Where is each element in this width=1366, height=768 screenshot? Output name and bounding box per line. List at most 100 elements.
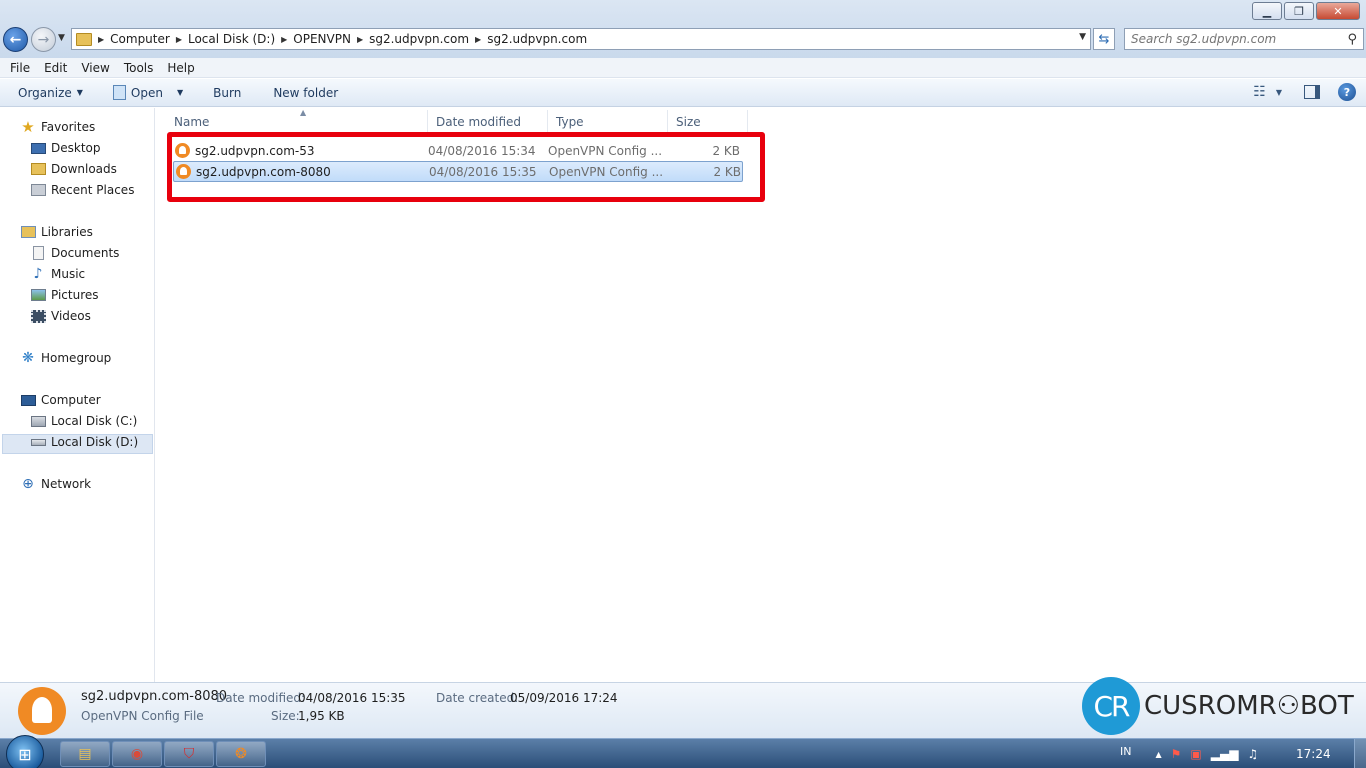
title-bar: ▁ ❐ ✕ ← → ▼ ▶ Computer ▶ Local Disk (D:)… <box>0 0 1366 58</box>
view-options-dropdown[interactable]: ▼ <box>1276 88 1282 97</box>
address-history-dropdown[interactable]: ▼ <box>1079 32 1086 42</box>
desktop-icon <box>30 141 46 155</box>
details-modified-value: 04/08/2016 15:35 <box>298 691 406 705</box>
nav-music[interactable]: ♪ Music <box>30 266 86 282</box>
chevron-down-icon: ▼ <box>76 88 83 97</box>
column-header-name[interactable]: Name <box>166 110 428 134</box>
downloads-folder-icon <box>30 162 46 176</box>
nav-documents[interactable]: Documents <box>30 246 119 260</box>
close-button[interactable]: ✕ <box>1316 2 1360 20</box>
nav-desktop[interactable]: Desktop <box>30 141 101 155</box>
details-pane: sg2.udpvpn.com-8080 OpenVPN Config File … <box>0 677 1366 738</box>
network-status-icon[interactable]: ▣ <box>1190 747 1201 761</box>
details-size-label: Size: <box>271 709 300 723</box>
star-icon: ★ <box>21 118 35 136</box>
documents-icon <box>30 246 46 260</box>
navigation-pane: ★ Favorites Desktop Downloads Recent Pla… <box>0 108 155 682</box>
breadcrumb-computer[interactable]: Computer <box>110 32 170 46</box>
breadcrumb-local-disk-d[interactable]: Local Disk (D:) <box>188 32 275 46</box>
nav-homegroup-label: Homegroup <box>41 351 112 365</box>
breadcrumb-separator[interactable]: ▶ <box>98 35 104 44</box>
menu-view[interactable]: View <box>74 61 116 75</box>
taskbar-security[interactable]: ⛉ <box>164 741 214 767</box>
open-button[interactable]: Open ▼ <box>103 79 193 106</box>
show-desktop-button[interactable] <box>1354 739 1366 768</box>
nav-local-disk-c-label: Local Disk (C:) <box>51 414 138 428</box>
network-icon: ⊕ <box>22 476 34 492</box>
recent-pages-dropdown[interactable]: ▼ <box>58 33 65 43</box>
nav-favorites[interactable]: ★ Favorites <box>20 118 96 136</box>
preview-pane-icon[interactable] <box>1304 85 1320 99</box>
search-box[interactable]: ⚲ <box>1124 28 1364 50</box>
change-view-icon[interactable]: ☷ <box>1253 84 1266 100</box>
taskbar-app[interactable]: ❂ <box>216 741 266 767</box>
details-filetype: OpenVPN Config File <box>81 709 204 723</box>
search-input[interactable] <box>1131 32 1348 46</box>
column-header-type[interactable]: Type <box>548 110 668 134</box>
column-header-size[interactable]: Size <box>668 110 748 134</box>
burn-label: Burn <box>213 85 242 100</box>
column-date-label: Date modified <box>436 115 522 129</box>
breadcrumb-sg2-subfolder[interactable]: sg2.udpvpn.com <box>487 32 587 46</box>
nav-downloads-label: Downloads <box>51 162 117 176</box>
nav-favorites-label: Favorites <box>41 120 96 134</box>
minimize-button[interactable]: ▁ <box>1252 2 1282 20</box>
help-icon[interactable]: ? <box>1338 83 1356 101</box>
new-folder-button[interactable]: New folder <box>263 79 348 106</box>
breadcrumb-separator[interactable]: ▶ <box>475 35 481 44</box>
taskbar: ⊞ ▤ ◉ ⛉ ❂ IN ▲ ⚑ ▣ ▂▄▆ ♫ 17:24 <box>0 735 1366 768</box>
forward-button[interactable]: → <box>31 27 56 52</box>
nav-recent-places[interactable]: Recent Places <box>30 183 134 197</box>
refresh-button[interactable]: ⇆ <box>1093 28 1115 50</box>
breadcrumb-separator[interactable]: ▶ <box>281 35 287 44</box>
chrome-icon: ◉ <box>130 746 144 762</box>
language-indicator[interactable]: IN <box>1120 745 1131 758</box>
nav-pictures[interactable]: Pictures <box>30 288 99 302</box>
menu-help[interactable]: Help <box>160 61 201 75</box>
chevron-down-icon[interactable]: ▼ <box>177 88 183 97</box>
organize-button[interactable]: Organize ▼ <box>0 79 93 106</box>
volume-icon[interactable]: ♫ <box>1247 747 1258 761</box>
signal-icon[interactable]: ▂▄▆ <box>1211 747 1239 761</box>
action-center-icon[interactable]: ⚑ <box>1171 747 1182 761</box>
start-button[interactable]: ⊞ <box>6 735 44 768</box>
nav-computer[interactable]: Computer <box>20 393 101 407</box>
breadcrumb-sg2-folder[interactable]: sg2.udpvpn.com <box>369 32 469 46</box>
nav-local-disk-d[interactable]: Local Disk (D:) <box>30 435 138 449</box>
burn-button[interactable]: Burn <box>203 79 251 106</box>
system-drive-icon <box>30 414 46 428</box>
sort-ascending-icon: ▲ <box>300 108 307 117</box>
nav-downloads[interactable]: Downloads <box>30 162 117 176</box>
taskbar-chrome[interactable]: ◉ <box>112 741 162 767</box>
breadcrumb-separator[interactable]: ▶ <box>176 35 182 44</box>
watermark-badge: CR <box>1082 677 1140 735</box>
nav-libraries[interactable]: Libraries <box>20 225 93 239</box>
nav-local-disk-d-label: Local Disk (D:) <box>51 435 139 449</box>
nav-pictures-label: Pictures <box>51 288 99 302</box>
taskbar-explorer[interactable]: ▤ <box>60 741 110 767</box>
watermark-logo: CR CUSROMR⚇BOT <box>1082 677 1354 735</box>
back-button[interactable]: ← <box>3 27 28 52</box>
address-bar[interactable]: ▶ Computer ▶ Local Disk (D:) ▶ OPENVPN ▶… <box>71 28 1091 50</box>
breadcrumb-openvpn[interactable]: OPENVPN <box>293 32 351 46</box>
column-header-date[interactable]: Date modified <box>428 110 548 134</box>
details-filename: sg2.udpvpn.com-8080 <box>81 689 228 704</box>
watermark-text: CUSROMR⚇BOT <box>1144 691 1354 721</box>
nav-homegroup[interactable]: ❋ Homegroup <box>20 350 112 366</box>
libraries-icon <box>20 225 36 239</box>
nav-videos[interactable]: Videos <box>30 309 91 323</box>
nav-local-disk-c[interactable]: Local Disk (C:) <box>30 414 137 428</box>
clock[interactable]: 17:24 <box>1296 747 1331 761</box>
search-icon[interactable]: ⚲ <box>1347 32 1357 47</box>
column-size-label: Size <box>676 115 701 129</box>
show-hidden-icons[interactable]: ▲ <box>1155 750 1161 759</box>
menu-edit[interactable]: Edit <box>37 61 74 75</box>
menu-tools[interactable]: Tools <box>117 61 161 75</box>
nav-network[interactable]: ⊕ Network <box>20 476 91 492</box>
maximize-button[interactable]: ❐ <box>1284 2 1314 20</box>
organize-label: Organize <box>18 85 72 100</box>
open-file-icon <box>112 85 126 100</box>
menu-file[interactable]: File <box>3 61 37 75</box>
breadcrumb-separator[interactable]: ▶ <box>357 35 363 44</box>
system-tray: IN ▲ ⚑ ▣ ▂▄▆ ♫ <box>1120 739 1258 768</box>
